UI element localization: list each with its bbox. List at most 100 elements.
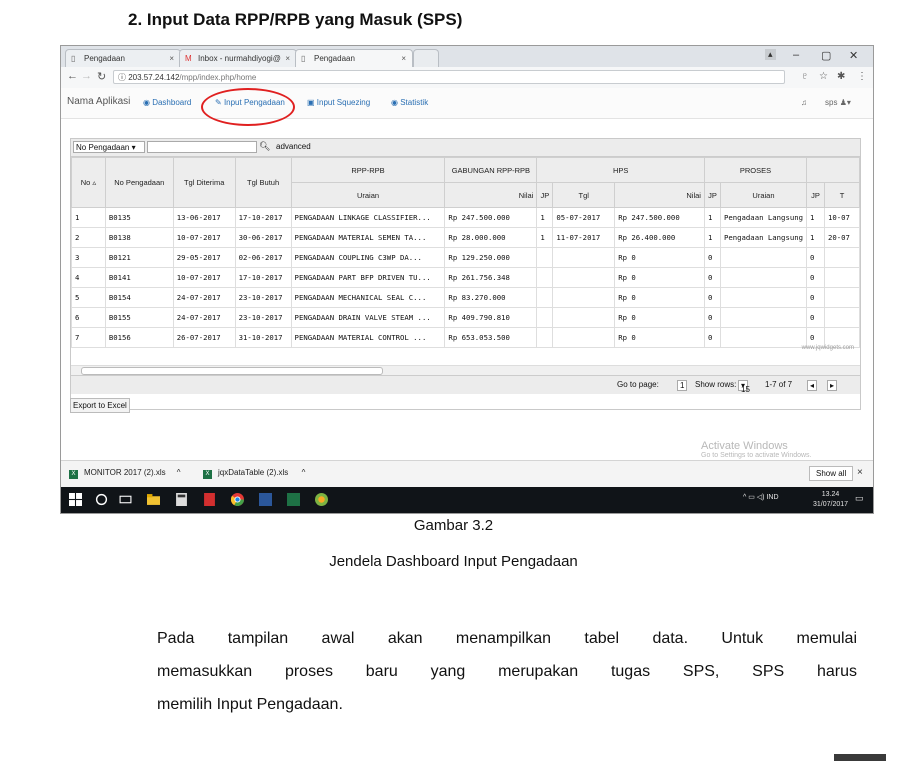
calculator-icon[interactable] <box>175 493 188 506</box>
cortana-icon[interactable] <box>95 493 108 506</box>
app-brand[interactable]: Nama Aplikasi <box>67 96 130 107</box>
forward-icon[interactable]: → <box>81 70 92 82</box>
user-icon[interactable]: ▴ <box>765 49 776 60</box>
table-row[interactable]: 2 B0138 10-07-2017 30-06-2017 PENGADAAN MATE… <box>71 227 861 248</box>
reload-icon[interactable]: ↻ <box>97 70 106 83</box>
file-explorer-icon[interactable] <box>147 493 160 506</box>
table-cell: 17-10-2017 <box>234 267 292 288</box>
app-icon[interactable] <box>315 493 328 506</box>
table-cell <box>536 267 554 288</box>
column-header[interactable]: Tgl Butuh <box>234 157 292 208</box>
key-icon[interactable]: ♇ <box>801 71 809 82</box>
table-cell: 1 <box>806 207 825 228</box>
browser-tab[interactable]: M Inbox - nurmahdiyogi@ × <box>179 49 297 67</box>
column-header[interactable]: Tgl <box>552 182 616 208</box>
nav-statistik[interactable]: ◉ Statistik <box>391 98 428 107</box>
maximize-button[interactable]: ▢ <box>821 49 831 62</box>
column-header[interactable]: T <box>823 182 861 208</box>
pdf-icon[interactable] <box>203 493 216 506</box>
column-header[interactable]: Nilai <box>444 182 538 208</box>
column-header[interactable]: Uraian <box>719 182 808 208</box>
scrollbar-thumb[interactable] <box>81 367 383 375</box>
address-bar-row: ← → ↻ ⓘ 203.57.24.142/mpp/index.php/home… <box>61 67 873 89</box>
close-icon[interactable]: × <box>401 50 406 67</box>
star-icon[interactable]: ☆ <box>819 71 828 82</box>
table-cell: Rp 261.756.348 <box>444 267 538 288</box>
advanced-link[interactable]: advanced <box>276 142 311 151</box>
prev-page-button[interactable]: ◂ <box>807 380 818 391</box>
table-row[interactable]: 3 B0121 29-05-2017 02-06-2017 PENGADAAN COUP… <box>71 247 861 268</box>
close-icon[interactable]: × <box>285 50 290 67</box>
table-cell: B0141 <box>104 267 174 288</box>
nav-label: Input Squezing <box>316 98 371 107</box>
browser-tab-active[interactable]: ▯ Pengadaan × <box>295 49 413 67</box>
language-indicator: IND <box>766 494 779 501</box>
word-icon[interactable] <box>259 493 272 506</box>
table-row[interactable]: 1 B0135 13-06-2017 17-10-2017 PENGADAAN LINK… <box>71 207 861 228</box>
filter-select[interactable]: No Pengadaan ▾ <box>73 141 145 153</box>
activate-title: Activate Windows <box>701 440 788 452</box>
chevron-up-icon[interactable]: ^ <box>177 468 181 477</box>
table-cell: 2 <box>71 227 106 248</box>
goto-page-input[interactable]: 1 <box>677 380 688 391</box>
table-cell <box>719 287 808 308</box>
browser-tab[interactable]: ▯ Pengadaan × <box>65 49 181 67</box>
user-menu[interactable]: sps ♟▾ <box>825 98 851 107</box>
nav-dashboard[interactable]: ◉ Dashboard <box>143 98 191 107</box>
close-icon[interactable]: × <box>857 467 863 478</box>
chrome-icon[interactable] <box>231 493 244 506</box>
header-label: No <box>80 178 91 187</box>
column-header[interactable]: No ▵ <box>71 157 106 208</box>
column-header[interactable]: Uraian <box>290 182 446 208</box>
export-excel-button[interactable]: Export to Excel <box>70 398 130 413</box>
column-header[interactable]: JP <box>703 182 721 208</box>
activate-windows-watermark: Activate Windows Go to Settings to activ… <box>701 440 812 459</box>
column-header[interactable]: JP <box>806 182 825 208</box>
download-filename: jqxDataTable (2).xls <box>218 468 289 477</box>
back-icon[interactable]: ← <box>67 70 78 82</box>
task-view-icon[interactable] <box>119 493 132 506</box>
show-rows-select[interactable]: 15 ▾ <box>738 380 750 394</box>
download-item[interactable]: XjqxDataTable (2).xls ^ <box>203 468 305 479</box>
extension-icon[interactable]: ✱ <box>837 71 845 82</box>
edit-icon: ▣ <box>307 98 317 107</box>
table-cell: PENGADAAN MECHANICAL SEAL C... <box>290 287 446 308</box>
table-cell: 0 <box>806 287 825 308</box>
table-cell: Rp 129.250.000 <box>444 247 538 268</box>
window-close-button[interactable]: ✕ <box>849 49 858 62</box>
new-tab-button[interactable] <box>413 49 439 67</box>
system-tray[interactable]: ^ ▭ ◁) IND <box>743 493 779 501</box>
horizontal-scrollbar[interactable] <box>71 365 860 375</box>
next-page-button[interactable]: ▸ <box>827 380 838 391</box>
table-row[interactable]: 5 B0154 24-07-2017 23-10-2017 PENGADAAN MECH… <box>71 287 861 308</box>
excel-icon[interactable] <box>287 493 300 506</box>
table-row[interactable]: 4 B0141 10-07-2017 17-10-2017 PENGADAAN PART… <box>71 267 861 288</box>
table-cell: 1 <box>806 227 825 248</box>
nav-input-squezing[interactable]: ▣ Input Squezing <box>307 98 370 107</box>
close-icon[interactable]: × <box>169 50 174 67</box>
column-header[interactable]: Tgl Diterima <box>172 157 236 208</box>
menu-icon[interactable]: ⋮ <box>857 71 867 82</box>
show-all-button[interactable]: Show all <box>809 466 854 481</box>
notification-icon[interactable]: ▭ <box>855 493 864 504</box>
taskbar-clock[interactable]: 13.24 31/07/2017 <box>813 490 848 510</box>
table-cell: B0121 <box>104 247 174 268</box>
search-icon[interactable]: 🔍︎ <box>259 141 270 152</box>
column-header[interactable]: Nilai <box>614 182 705 208</box>
windows-start-icon[interactable] <box>69 493 82 506</box>
column-header[interactable]: No Pengadaan <box>104 157 174 208</box>
table-cell: B0156 <box>104 327 174 348</box>
group-header: PROSES <box>703 157 808 183</box>
column-header[interactable]: JP <box>536 182 554 208</box>
table-row[interactable]: 6 B0155 24-07-2017 23-10-2017 PENGADAAN DRAI… <box>71 307 861 328</box>
table-cell: B0135 <box>104 207 174 228</box>
bell-icon[interactable]: ♫ <box>801 98 807 107</box>
search-input[interactable] <box>147 141 257 153</box>
minimize-button[interactable]: – <box>793 49 799 61</box>
statistics-icon: ◉ <box>391 98 401 107</box>
url-input[interactable]: ⓘ 203.57.24.142/mpp/index.php/home <box>113 70 785 84</box>
download-item[interactable]: X MONITOR 2017 (2).xls ^ <box>69 468 181 479</box>
chevron-up-icon[interactable]: ^ <box>302 468 306 477</box>
table-cell: Rp 0 <box>614 327 705 348</box>
table-row[interactable]: 7 B0156 26-07-2017 31-10-2017 PENGADAAN MATE… <box>71 327 861 348</box>
